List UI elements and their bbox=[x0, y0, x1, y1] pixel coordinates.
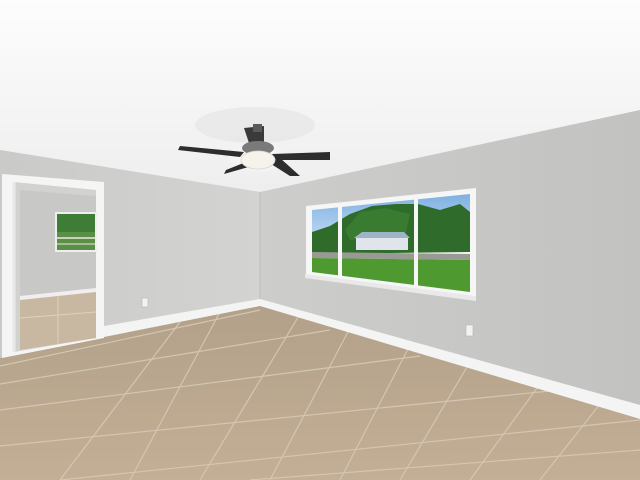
back-room-window bbox=[55, 212, 97, 252]
doorway bbox=[2, 174, 104, 358]
outlet-right-wall bbox=[465, 324, 474, 337]
room-photo bbox=[0, 0, 640, 480]
fan-light bbox=[240, 150, 276, 170]
fan-downrod bbox=[253, 124, 262, 132]
outlet-left-wall bbox=[141, 297, 149, 308]
window-house bbox=[356, 236, 408, 250]
